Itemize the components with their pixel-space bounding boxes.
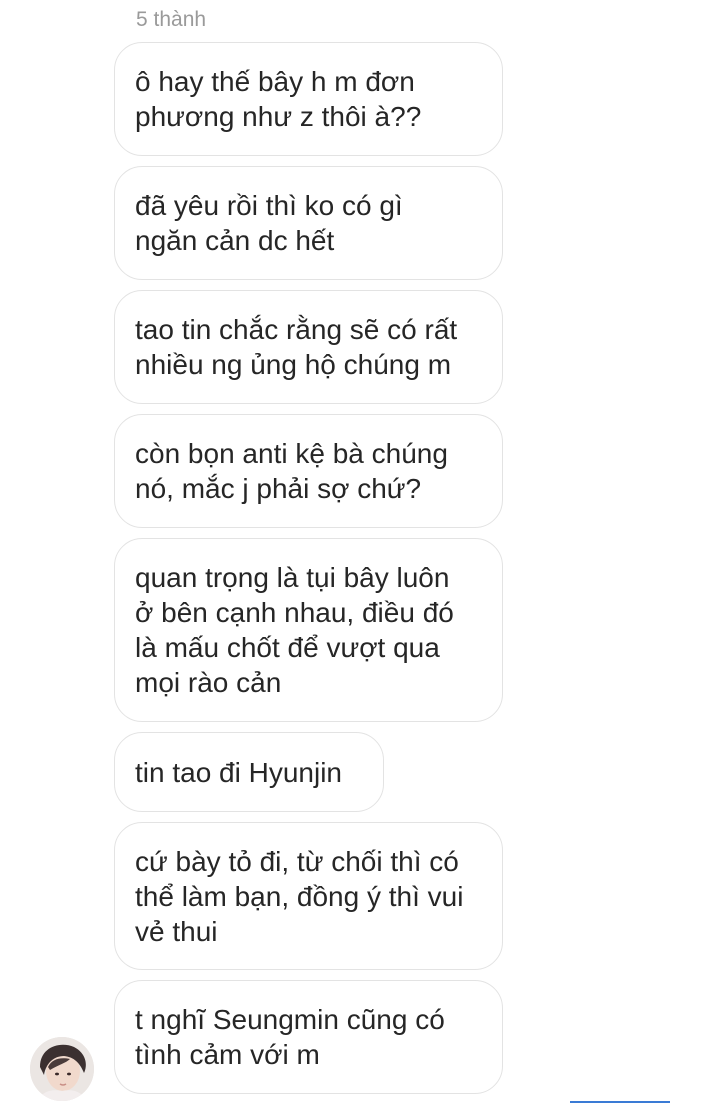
message-text: còn bọn anti kệ bà chúng nó, mắc j phải …	[135, 438, 448, 504]
avatar-image	[30, 1037, 94, 1101]
message-text: cứ bày tỏ đi, từ chối thì có thể làm bạn…	[135, 845, 464, 947]
message-bubble[interactable]: đã yêu rồi thì ko có gì ngăn cản dc hết	[114, 166, 503, 280]
bottom-indicator	[570, 1101, 670, 1103]
message-bubble[interactable]: quan trọng là tụi bây luôn ở bên cạnh nh…	[114, 538, 503, 722]
message-bubble[interactable]: tao tin chắc rằng sẽ có rất nhiều ng ủng…	[114, 290, 503, 404]
avatar[interactable]	[30, 1037, 94, 1101]
message-bubble[interactable]: còn bọn anti kệ bà chúng nó, mắc j phải …	[114, 414, 503, 528]
message-text: t nghĩ Seungmin cũng có tình cảm với m	[135, 1004, 445, 1070]
message-bubble[interactable]: t nghĩ Seungmin cũng có tình cảm với m	[114, 980, 503, 1094]
sender-name: 5 thành	[136, 8, 207, 31]
message-text: đã yêu rồi thì ko có gì ngăn cản dc hết	[135, 190, 403, 256]
message-bubble[interactable]: tin tao đi Hyunjin	[114, 732, 384, 812]
message-bubble[interactable]: ô hay thế bây h m đơn phương như z thôi …	[114, 42, 503, 156]
message-text: tin tao đi Hyunjin	[135, 756, 343, 788]
message-text: ô hay thế bây h m đơn phương như z thôi …	[135, 66, 422, 132]
message-bubble[interactable]: cứ bày tỏ đi, từ chối thì có thể làm bạn…	[114, 822, 503, 970]
message-text: tao tin chắc rằng sẽ có rất nhiều ng ủng…	[135, 314, 458, 380]
message-text: quan trọng là tụi bây luôn ở bên cạnh nh…	[135, 562, 454, 698]
